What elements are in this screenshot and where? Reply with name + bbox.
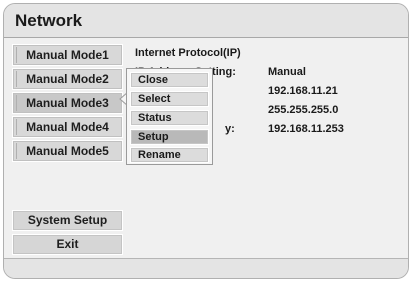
menu-item-rename[interactable]: Rename (130, 147, 209, 163)
menu-item-setup[interactable]: Setup (130, 129, 209, 145)
ip-setting-value: Manual (268, 66, 306, 78)
gateway-value: 192.168.11.253 (268, 123, 344, 135)
exit-button[interactable]: Exit (12, 234, 123, 255)
title-bar: Network (4, 4, 408, 38)
context-menu: Close Select Status Setup Rename (126, 68, 213, 165)
mode-button-5[interactable]: Manual Mode5 (12, 140, 123, 162)
menu-item-select[interactable]: Select (130, 91, 209, 107)
menu-item-close[interactable]: Close (130, 72, 209, 88)
ip-address-value: 192.168.11.21 (268, 85, 338, 97)
subnet-mask-value: 255.255.255.0 (268, 104, 339, 116)
mode-button-3[interactable]: Manual Mode3 (12, 92, 123, 114)
gateway-label: y: (225, 123, 235, 135)
mode-button-4[interactable]: Manual Mode4 (12, 116, 123, 138)
system-setup-button[interactable]: System Setup (12, 210, 123, 231)
menu-item-status[interactable]: Status (130, 110, 209, 126)
mode-button-1[interactable]: Manual Mode1 (12, 44, 123, 66)
ip-heading: Internet Protocol(IP) (135, 47, 241, 59)
window-title: Network (15, 11, 83, 30)
mode-button-2[interactable]: Manual Mode2 (12, 68, 123, 90)
status-bar (4, 258, 408, 278)
